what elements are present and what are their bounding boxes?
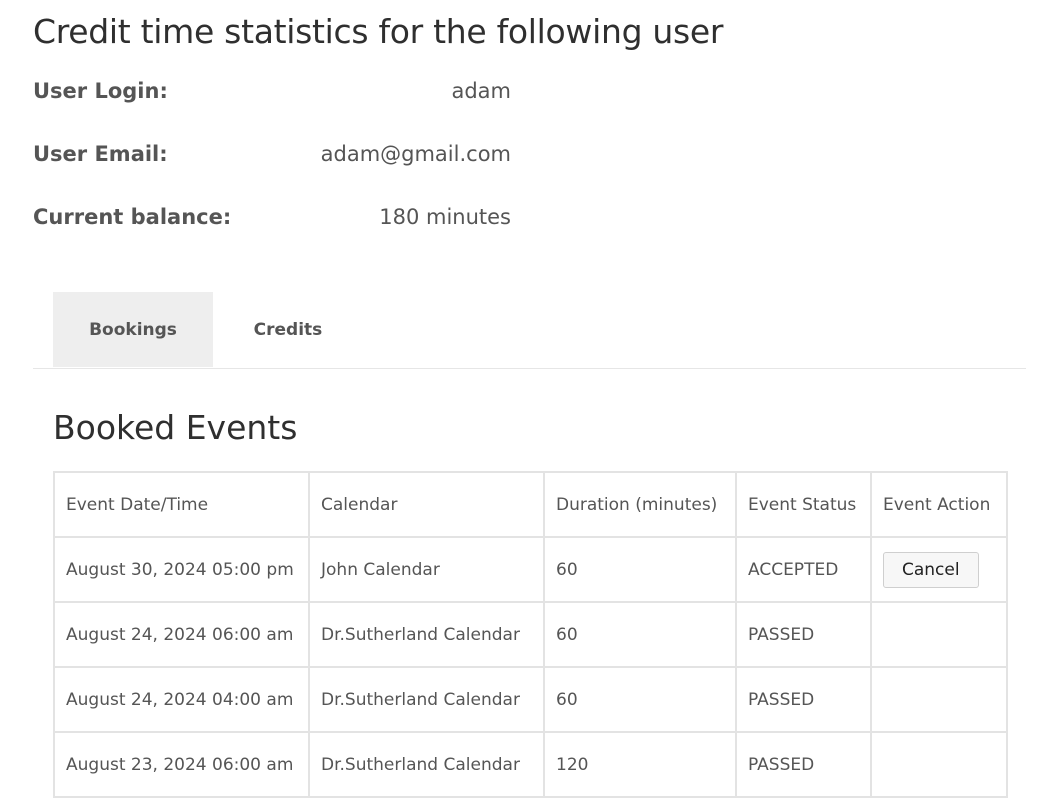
event-status-cell: PASSED — [735, 601, 872, 668]
tab-bar: Bookings Credits — [33, 292, 1026, 369]
column-header-action: Event Action — [870, 471, 1008, 538]
tab-credits[interactable]: Credits — [213, 292, 363, 367]
table-row: August 30, 2024 05:00 pm John Calendar 6… — [53, 536, 1008, 603]
cancel-button[interactable]: Cancel — [883, 551, 979, 588]
user-login-row: User Login: adam — [33, 79, 511, 109]
user-login-label: User Login: — [33, 79, 168, 103]
event-duration-cell: 120 — [543, 731, 737, 798]
event-calendar-cell: Dr.Sutherland Calendar — [308, 731, 545, 798]
table-row: August 23, 2024 06:00 am Dr.Sutherland C… — [53, 731, 1008, 798]
current-balance-label: Current balance: — [33, 205, 232, 229]
tab-bookings[interactable]: Bookings — [53, 292, 213, 367]
event-status-cell: PASSED — [735, 666, 872, 733]
event-calendar-cell: Dr.Sutherland Calendar — [308, 601, 545, 668]
event-status-cell: ACCEPTED — [735, 536, 872, 603]
column-header-status: Event Status — [735, 471, 872, 538]
table-row: August 24, 2024 04:00 am Dr.Sutherland C… — [53, 666, 1008, 733]
user-email-row: User Email: adam@gmail.com — [33, 142, 511, 172]
event-action-cell — [870, 601, 1008, 668]
table-header-row: Event Date/Time Calendar Duration (minut… — [53, 471, 1008, 538]
event-datetime-cell: August 30, 2024 05:00 pm — [53, 536, 310, 603]
table-row: August 24, 2024 06:00 am Dr.Sutherland C… — [53, 601, 1008, 668]
current-balance-row: Current balance: 180 minutes — [33, 205, 511, 235]
booked-events-table: Event Date/Time Calendar Duration (minut… — [53, 471, 1008, 798]
event-calendar-cell: John Calendar — [308, 536, 545, 603]
event-duration-cell: 60 — [543, 536, 737, 603]
event-status-cell: PASSED — [735, 731, 872, 798]
event-datetime-cell: August 23, 2024 06:00 am — [53, 731, 310, 798]
event-datetime-cell: August 24, 2024 06:00 am — [53, 601, 310, 668]
event-calendar-cell: Dr.Sutherland Calendar — [308, 666, 545, 733]
event-action-cell — [870, 731, 1008, 798]
page: Credit time statistics for the following… — [0, 0, 1050, 800]
event-action-cell — [870, 666, 1008, 733]
booked-events-title: Booked Events — [53, 408, 298, 447]
column-header-duration: Duration (minutes) — [543, 471, 737, 538]
user-login-value: adam — [451, 79, 511, 103]
event-datetime-cell: August 24, 2024 04:00 am — [53, 666, 310, 733]
user-email-label: User Email: — [33, 142, 168, 166]
page-title: Credit time statistics for the following… — [33, 12, 724, 51]
column-header-datetime: Event Date/Time — [53, 471, 310, 538]
user-email-value: adam@gmail.com — [320, 142, 511, 166]
event-action-cell: Cancel — [870, 536, 1008, 603]
event-duration-cell: 60 — [543, 601, 737, 668]
current-balance-value: 180 minutes — [379, 205, 511, 229]
event-duration-cell: 60 — [543, 666, 737, 733]
column-header-calendar: Calendar — [308, 471, 545, 538]
